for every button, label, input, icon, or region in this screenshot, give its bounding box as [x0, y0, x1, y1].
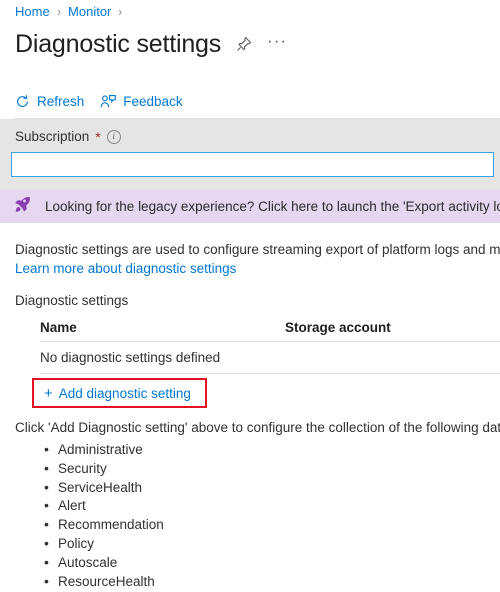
subscription-label: Subscription — [15, 129, 90, 144]
learn-more-link[interactable]: Learn more about diagnostic settings — [15, 261, 236, 276]
breadcrumb-separator-icon: › — [118, 3, 123, 19]
cell-name: No diagnostic settings defined — [40, 350, 221, 365]
list-item: Recommendation — [44, 515, 164, 535]
column-header-storage-account[interactable]: Storage account — [285, 320, 500, 335]
list-item: Autoscale — [44, 553, 164, 573]
plus-icon: + — [44, 384, 53, 402]
page-description: Diagnostic settings are used to configur… — [15, 242, 500, 257]
required-indicator: * — [95, 128, 101, 145]
info-icon[interactable]: i — [106, 129, 121, 144]
diagnostic-settings-table: Name Storage account No diagnostic setti… — [40, 313, 500, 374]
command-bar: Refresh Feedback — [15, 86, 500, 116]
list-item: Administrative — [44, 440, 164, 460]
title-row: Diagnostic settings ··· — [15, 26, 500, 62]
breadcrumb-separator-icon: › — [57, 3, 61, 19]
legacy-banner-text: Looking for the legacy experience? Click… — [45, 199, 500, 214]
list-item: Policy — [44, 534, 164, 554]
following-data-intro: Click 'Add Diagnostic setting' above to … — [15, 420, 500, 435]
following-data-list: Administrative Security ServiceHealth Al… — [0, 440, 164, 592]
table-header-row: Name Storage account — [40, 313, 500, 341]
add-diagnostic-setting-highlight: + Add diagnostic setting — [32, 378, 207, 408]
breadcrumb: Home › Monitor › — [15, 0, 123, 22]
subscription-input[interactable] — [11, 152, 494, 177]
breadcrumb-item-monitor[interactable]: Monitor — [68, 4, 111, 19]
list-item: Alert — [44, 496, 164, 516]
add-diagnostic-setting-button[interactable]: + Add diagnostic setting — [44, 386, 191, 401]
rocket-icon — [13, 195, 32, 219]
table-rule — [40, 373, 500, 374]
feedback-icon — [100, 94, 117, 109]
refresh-label: Refresh — [37, 93, 85, 109]
table-row: No diagnostic settings defined — [40, 342, 500, 373]
section-label: Diagnostic settings — [15, 293, 129, 308]
feedback-label: Feedback — [123, 93, 183, 109]
more-options-button[interactable]: ··· — [267, 32, 287, 52]
refresh-button[interactable]: Refresh — [15, 94, 84, 109]
column-header-name[interactable]: Name — [40, 320, 285, 335]
subscription-label-row: Subscription * i — [15, 129, 121, 144]
page-title: Diagnostic settings — [15, 29, 222, 58]
feedback-button[interactable]: Feedback — [100, 93, 183, 109]
add-diagnostic-setting-label: Add diagnostic setting — [58, 385, 191, 401]
pin-icon[interactable] — [235, 35, 253, 53]
subscription-panel: Subscription * i — [0, 119, 500, 190]
diagnostic-settings-page: Home › Monitor › Diagnostic settings ···… — [0, 0, 500, 592]
list-item: ResourceHealth — [44, 572, 164, 592]
breadcrumb-item-home[interactable]: Home — [15, 4, 50, 19]
legacy-experience-banner[interactable]: Looking for the legacy experience? Click… — [0, 190, 500, 223]
list-item: ServiceHealth — [44, 478, 164, 498]
refresh-icon — [15, 94, 30, 109]
list-item: Security — [44, 459, 164, 479]
